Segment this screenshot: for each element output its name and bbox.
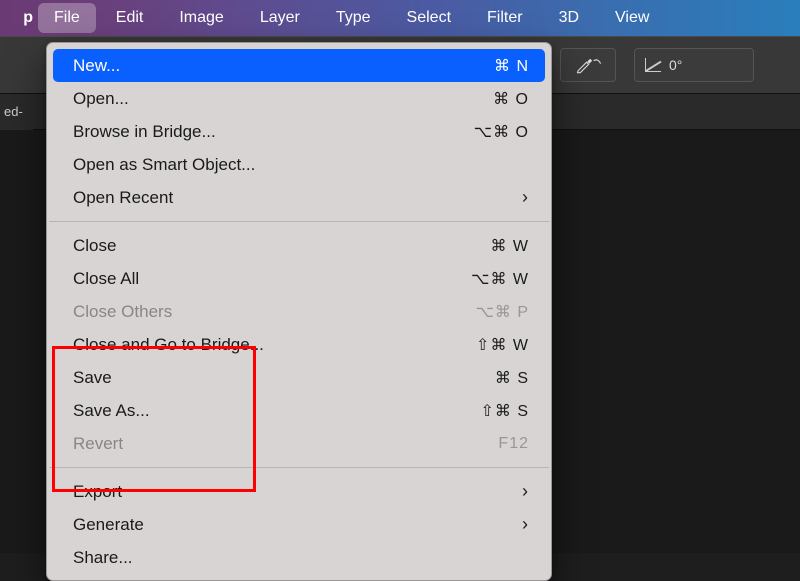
menu-item-open[interactable]: Open...⌘ O bbox=[47, 82, 551, 115]
menu-item-close[interactable]: Close⌘ W bbox=[47, 229, 551, 262]
menu-divider bbox=[49, 221, 549, 222]
menu-item-shortcut: ⌘ W bbox=[439, 236, 529, 256]
menu-item-label: Open as Smart Object... bbox=[73, 155, 529, 175]
menu-edit[interactable]: Edit bbox=[98, 0, 162, 36]
menu-item-close-all[interactable]: Close All⌥⌘ W bbox=[47, 262, 551, 295]
menu-filter[interactable]: Filter bbox=[469, 0, 541, 36]
menu-item-label: Close Others bbox=[73, 302, 439, 322]
menu-item-label: Revert bbox=[73, 434, 439, 454]
menu-item-label: Generate bbox=[73, 515, 439, 535]
menu-item-label: Share... bbox=[73, 548, 529, 568]
menu-item-label: Close All bbox=[73, 269, 439, 289]
menu-item-save[interactable]: Save⌘ S bbox=[47, 361, 551, 394]
menu-item-label: New... bbox=[73, 56, 439, 76]
menu-item-label: Close bbox=[73, 236, 439, 256]
menu-item-close-others: Close Others⌥⌘ P bbox=[47, 295, 551, 328]
menu-item-label: Save As... bbox=[73, 401, 439, 421]
file-menu-dropdown: New...⌘ NOpen...⌘ OBrowse in Bridge...⌥⌘… bbox=[46, 42, 552, 581]
angle-icon bbox=[645, 58, 661, 72]
menu-item-export[interactable]: Export› bbox=[47, 475, 551, 508]
menu-item-browse-in-bridge[interactable]: Browse in Bridge...⌥⌘ O bbox=[47, 115, 551, 148]
menu-file[interactable]: File bbox=[38, 3, 96, 33]
menu-item-label: Close and Go to Bridge... bbox=[73, 335, 439, 355]
menu-select[interactable]: Select bbox=[389, 0, 469, 36]
eyedropper-wand-icon bbox=[574, 55, 602, 75]
chevron-right-icon: › bbox=[439, 187, 529, 208]
menu-item-shortcut: ⌥⌘ O bbox=[439, 122, 529, 142]
menu-item-generate[interactable]: Generate› bbox=[47, 508, 551, 541]
menu-item-label: Open... bbox=[73, 89, 439, 109]
document-tab-fragment[interactable]: ed- bbox=[0, 94, 33, 130]
menu-item-new[interactable]: New...⌘ N bbox=[53, 49, 545, 82]
menu-layer[interactable]: Layer bbox=[242, 0, 318, 36]
menu-item-label: Save bbox=[73, 368, 439, 388]
menu-item-close-and-go-to-bridge[interactable]: Close and Go to Bridge...⇧⌘ W bbox=[47, 328, 551, 361]
rotation-angle-field[interactable]: 0° bbox=[634, 48, 754, 82]
menu-divider bbox=[49, 467, 549, 468]
chevron-right-icon: › bbox=[439, 481, 529, 502]
menu-item-shortcut: ⌘ S bbox=[439, 368, 529, 388]
menu-image[interactable]: Image bbox=[161, 0, 241, 36]
menu-item-label: Export bbox=[73, 482, 439, 502]
rotation-angle-value: 0° bbox=[669, 57, 682, 73]
menu-item-open-recent[interactable]: Open Recent› bbox=[47, 181, 551, 214]
menu-view[interactable]: View bbox=[597, 0, 667, 36]
menu-3d[interactable]: 3D bbox=[541, 0, 597, 36]
app-logo-fragment: p bbox=[0, 0, 36, 36]
menubar: p FileEditImageLayerTypeSelectFilter3DVi… bbox=[0, 0, 800, 36]
menu-item-label: Open Recent bbox=[73, 188, 439, 208]
menu-item-shortcut: ⌘ N bbox=[439, 56, 529, 76]
chevron-right-icon: › bbox=[439, 514, 529, 535]
menu-item-share[interactable]: Share... bbox=[47, 541, 551, 574]
menu-item-shortcut: ⇧⌘ S bbox=[439, 401, 529, 421]
menu-item-shortcut: ⌥⌘ W bbox=[439, 269, 529, 289]
menu-item-open-as-smart-object[interactable]: Open as Smart Object... bbox=[47, 148, 551, 181]
menu-item-shortcut: ⇧⌘ W bbox=[439, 335, 529, 355]
menu-type[interactable]: Type bbox=[318, 0, 389, 36]
menu-item-shortcut: ⌘ O bbox=[439, 89, 529, 109]
menu-item-shortcut: ⌥⌘ P bbox=[439, 302, 529, 322]
menu-item-shortcut: F12 bbox=[439, 435, 529, 453]
eyedropper-wand-button[interactable] bbox=[560, 48, 616, 82]
menu-item-label: Browse in Bridge... bbox=[73, 122, 439, 142]
menu-item-save-as[interactable]: Save As...⇧⌘ S bbox=[47, 394, 551, 427]
menu-item-revert: RevertF12 bbox=[47, 427, 551, 460]
